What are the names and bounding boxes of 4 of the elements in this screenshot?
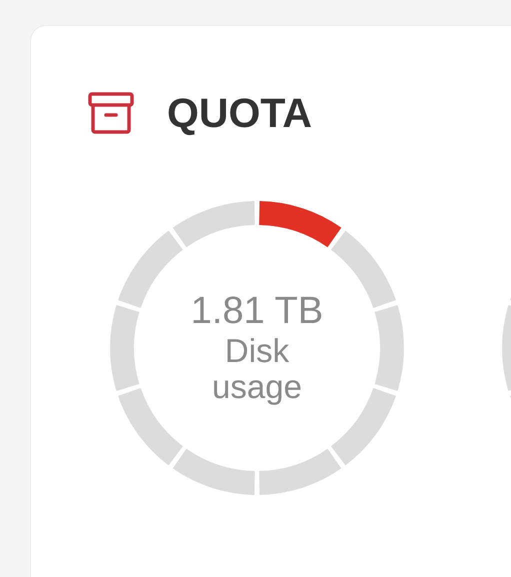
archive-box-icon <box>88 92 134 134</box>
gauge-value: 1.81 TB <box>190 290 324 333</box>
gauge-label: Disk usage <box>211 332 303 406</box>
card-title: QUOTA <box>167 92 312 134</box>
